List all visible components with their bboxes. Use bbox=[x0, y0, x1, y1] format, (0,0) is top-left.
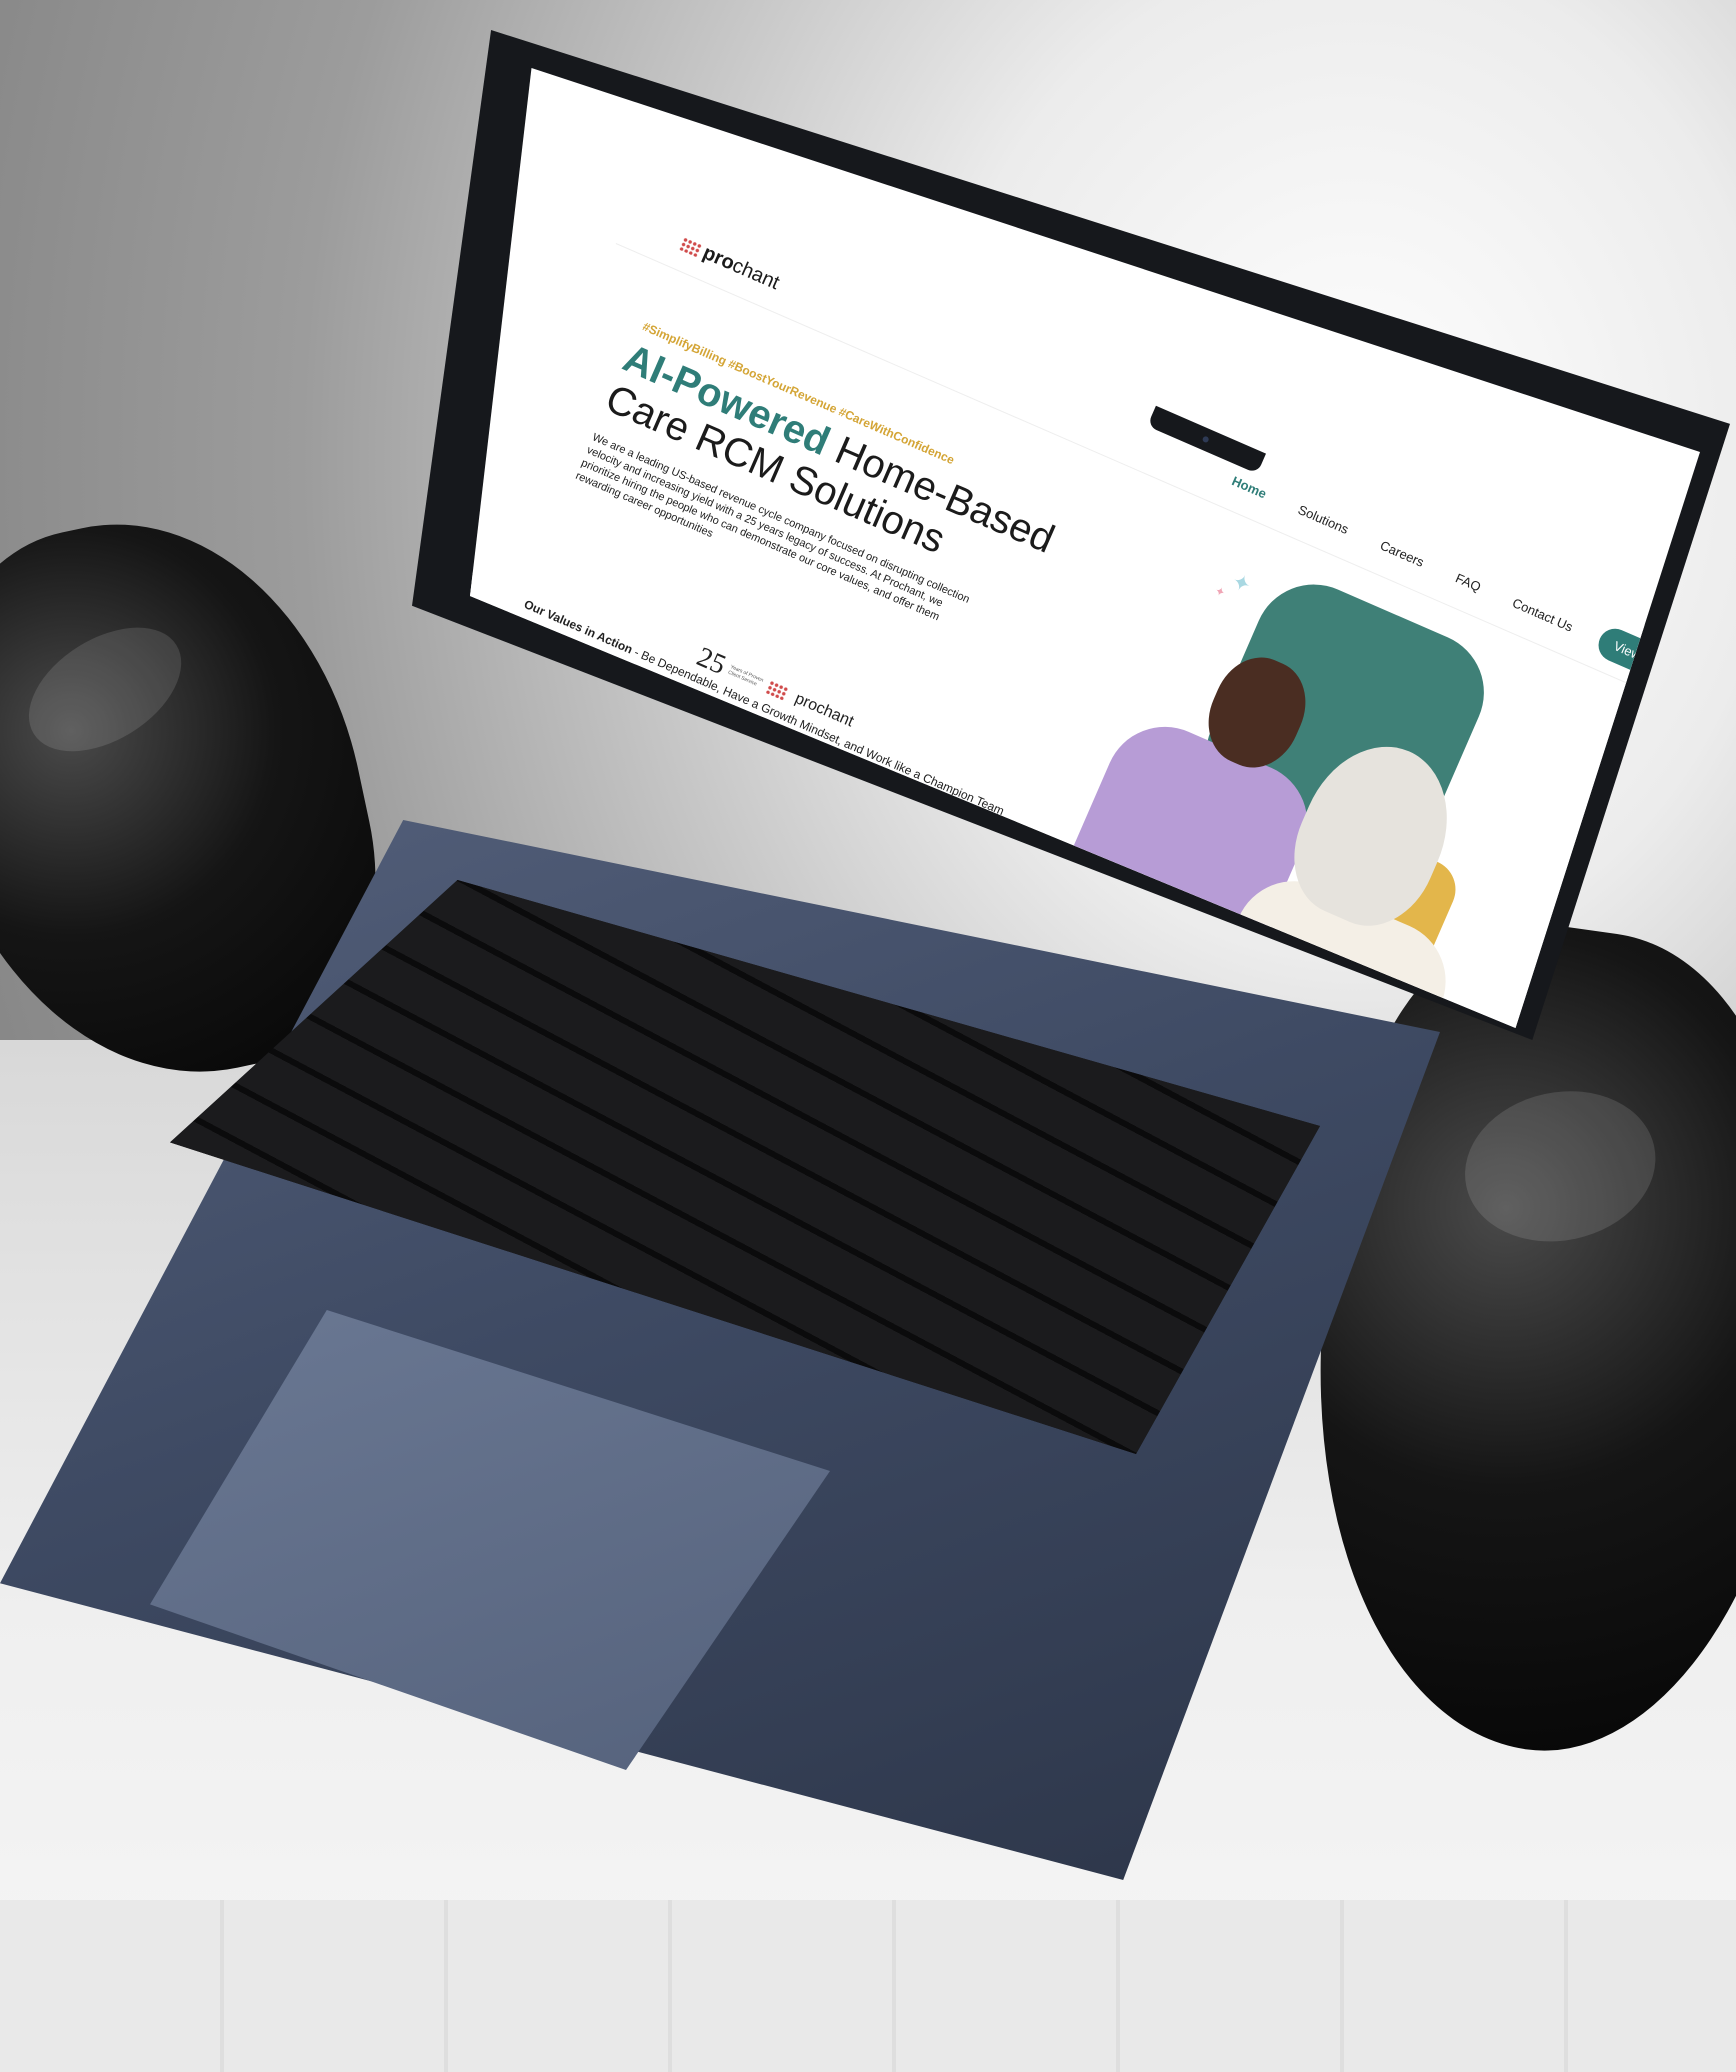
bag-sheen bbox=[1450, 1073, 1670, 1259]
sparkle-icon: ✦ bbox=[1228, 568, 1255, 599]
badge-logo-dots-icon bbox=[765, 679, 790, 701]
camera-icon bbox=[1201, 435, 1210, 444]
logo-dots-icon bbox=[678, 236, 703, 258]
nav-contact-us[interactable]: Contact Us bbox=[1510, 595, 1575, 634]
wood-floor bbox=[0, 1900, 1736, 2072]
nav-solutions[interactable]: Solutions bbox=[1296, 502, 1351, 537]
values-text: - Be Dependable, Have a Growth Mindset, … bbox=[629, 643, 1007, 819]
nav-faq[interactable]: FAQ bbox=[1453, 570, 1483, 594]
site-logo[interactable]: pro chant bbox=[677, 232, 783, 295]
hero-photo bbox=[1024, 581, 1562, 1028]
nav-home[interactable]: Home bbox=[1230, 473, 1269, 501]
bag-sheen bbox=[7, 602, 203, 777]
nav-careers[interactable]: Careers bbox=[1378, 538, 1426, 570]
logo-chant-text: chant bbox=[729, 254, 783, 295]
badge-subtext: Years of Proven Client Service bbox=[726, 664, 765, 688]
sparkle-small-icon: ✦ bbox=[1212, 583, 1228, 601]
photo-scene: pro chant Home Solutions Careers FAQ Cont… bbox=[0, 0, 1736, 2072]
